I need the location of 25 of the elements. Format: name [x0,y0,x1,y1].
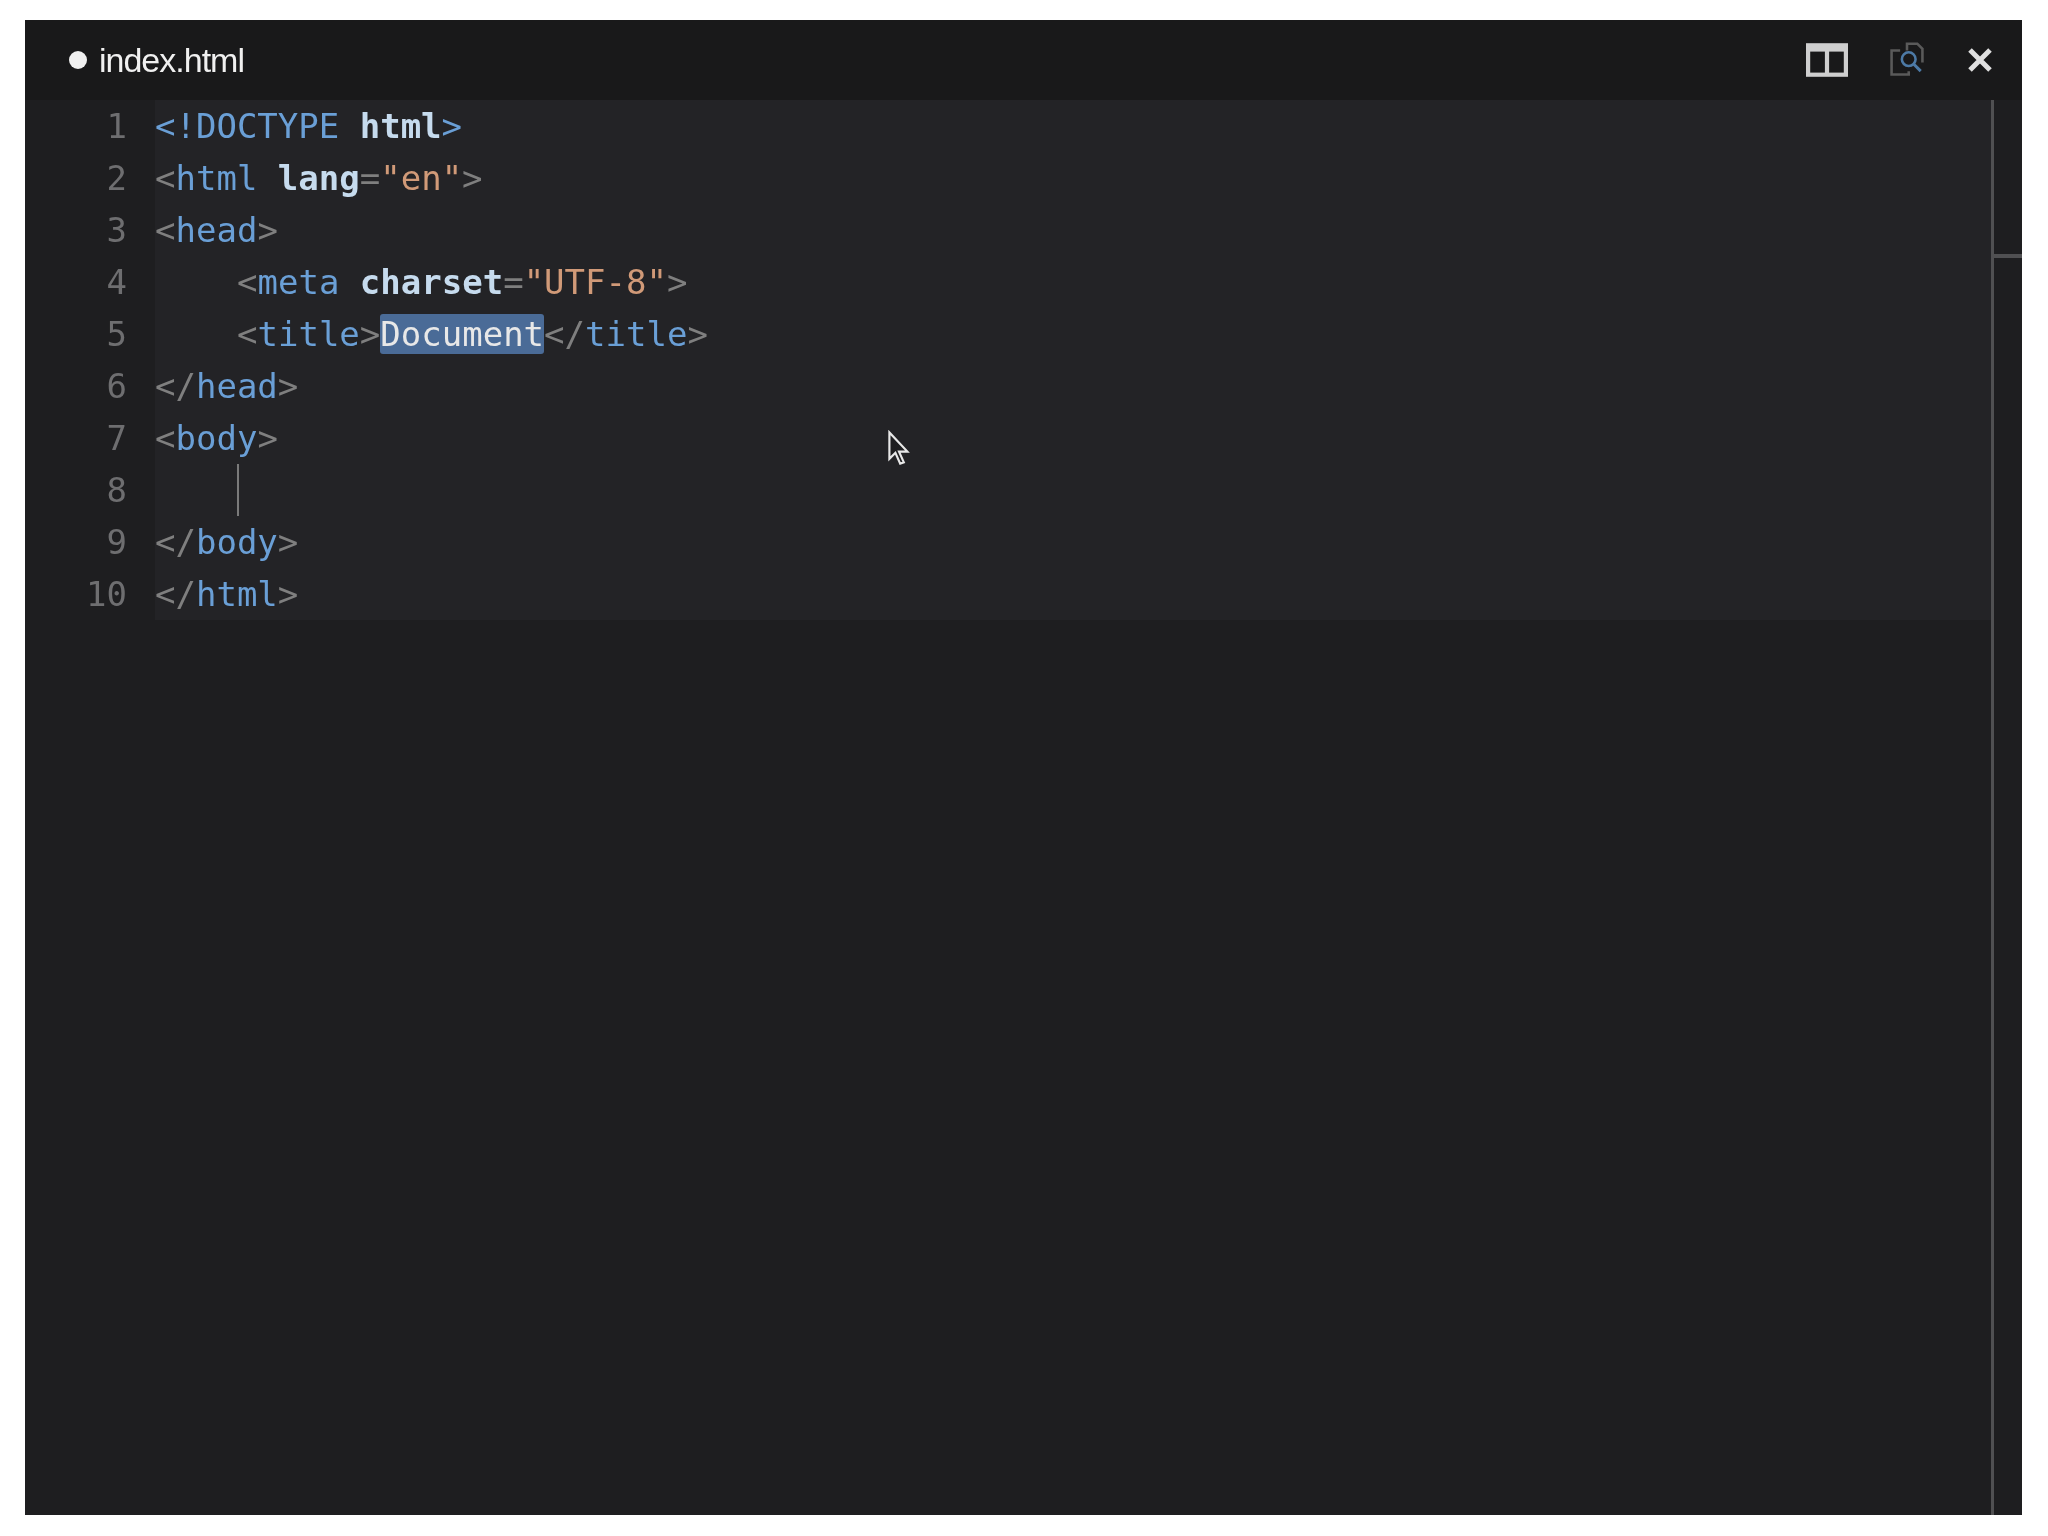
line-number: 8 [25,464,155,516]
line-number: 4 [25,256,155,308]
mouse-pointer-icon [887,430,911,466]
line-number: 1 [25,100,155,152]
line-number: 5 [25,308,155,360]
line-number: 9 [25,516,155,568]
line-number: 3 [25,204,155,256]
code-line: <html lang="en"> [155,157,483,200]
code-area[interactable]: 1 <!DOCTYPE html> 2 <html lang="en"> 3 <head> 4 <meta charset="UTF-8"> 5 <title>Document</title> 6 </head> 7 <body> 8 9 </body> 10 </html> [25,100,1991,620]
code-line: </head> [155,365,299,408]
scrollbar[interactable] [1991,100,2022,1515]
line-number: 10 [25,568,155,620]
code-line: <title>Document</title> [236,313,708,356]
editor-tab[interactable]: index.html [69,40,244,80]
code-line: </html> [155,573,299,616]
code-line: <head> [155,209,278,252]
line-number: 6 [25,360,155,412]
split-editor-icon[interactable] [1806,42,1848,78]
code-line: <body> [155,417,278,460]
code-line: <meta charset="UTF-8"> [236,261,688,304]
line-number: 2 [25,152,155,204]
code-line: </body> [155,521,299,564]
code-line: <!DOCTYPE html> [155,105,463,148]
line-number: 7 [25,412,155,464]
close-icon[interactable] [1966,46,1994,74]
